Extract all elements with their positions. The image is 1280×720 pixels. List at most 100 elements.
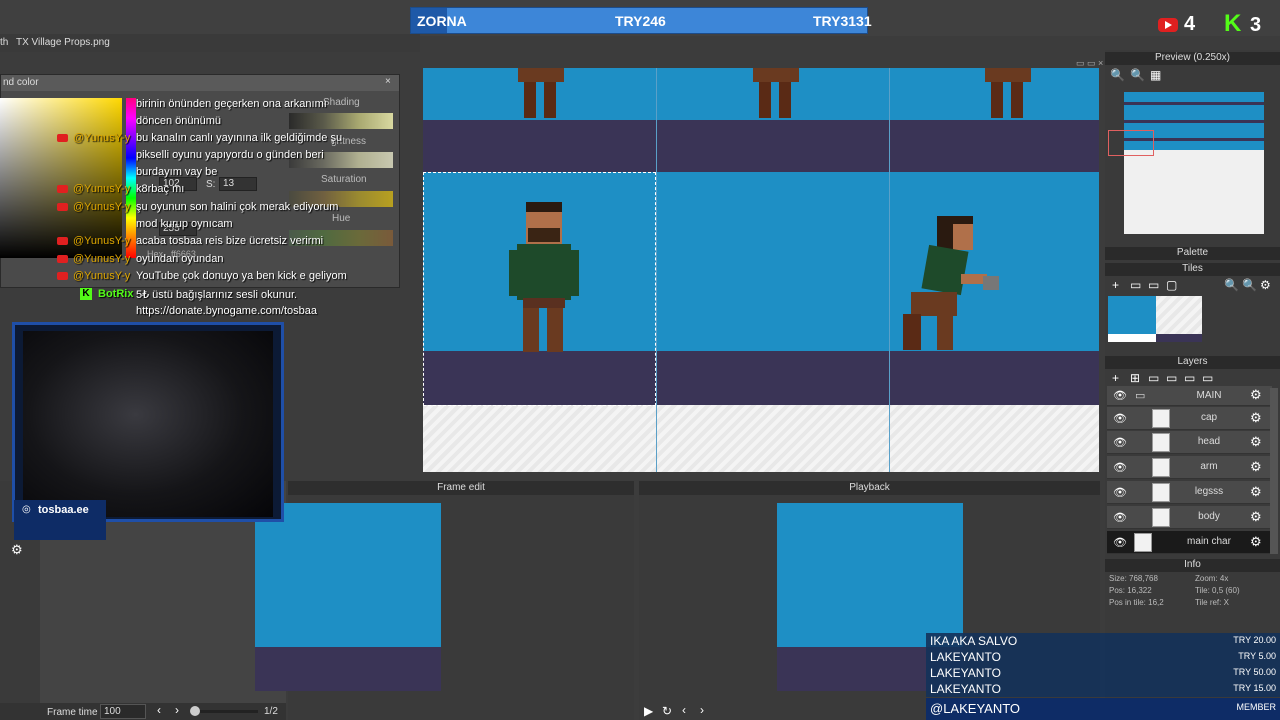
delete-layer-icon[interactable]: ▭	[1148, 371, 1159, 385]
kick-count: 3	[1250, 14, 1262, 36]
next-frame-icon[interactable]: ›	[175, 703, 179, 717]
tile-thumb[interactable]	[1108, 296, 1156, 342]
layer-row-main[interactable]: 👁 ▭ MAIN ⚙	[1107, 386, 1272, 406]
slider-handle[interactable]	[190, 706, 200, 716]
info-zoom: Zoom: 4x	[1195, 574, 1229, 583]
layer-row-arm[interactable]: 👁 arm ⚙	[1107, 456, 1272, 479]
youtube-icon	[57, 134, 68, 142]
zoom-out-icon[interactable]: 🔍	[1130, 68, 1145, 82]
hue-slider[interactable]	[126, 98, 136, 258]
score-banner: ZORNA TRY246 TRY3131	[410, 7, 872, 34]
color-picker-gradient[interactable]	[0, 98, 122, 258]
zoom-in-icon[interactable]: 🔍	[1224, 278, 1239, 292]
donor-name: LAKEYANTO	[930, 650, 1001, 664]
next-icon[interactable]: ›	[700, 703, 704, 717]
gear-icon[interactable]: ⚙	[11, 542, 23, 558]
chat-message: https://donate.bynogame.com/tosbaa	[136, 305, 318, 317]
donation-amount: TRY 5.00	[1238, 651, 1276, 661]
add-folder-icon[interactable]: ⊞	[1130, 371, 1140, 385]
grid-icon[interactable]: ▦	[1150, 68, 1161, 82]
donor-name: LAKEYANTO	[930, 682, 1001, 696]
settings-icon[interactable]: ⚙	[1260, 278, 1271, 292]
zoom-in-icon[interactable]: 🔍	[1110, 68, 1125, 82]
gear-icon[interactable]: ⚙	[1250, 484, 1262, 500]
preview-thumbnail[interactable]	[1108, 92, 1264, 234]
eye-icon[interactable]: 👁	[1113, 461, 1127, 474]
character-sprite	[753, 68, 799, 118]
kick-icon: K	[1224, 10, 1242, 37]
info-tile-ref: Tile ref: X	[1195, 598, 1229, 607]
prev-icon[interactable]: ‹	[682, 703, 686, 717]
tiles-header[interactable]: Tiles	[1105, 263, 1280, 276]
team-name: ZORNA	[417, 13, 467, 29]
duplicate-layer-icon[interactable]: ▭	[1166, 371, 1177, 385]
layer-row-head[interactable]: 👁 head ⚙	[1107, 431, 1272, 454]
instagram-icon: ◎	[22, 504, 31, 515]
frame-controls: Frame time 100 ‹ › 1/2	[0, 703, 286, 720]
zoom-out-icon[interactable]: 🔍	[1242, 278, 1257, 292]
layer-options-icon[interactable]: ▭	[1202, 371, 1213, 385]
chat-username: @YunusY-y	[73, 132, 131, 144]
s-field[interactable]: 13	[219, 177, 257, 191]
tile-thumb[interactable]	[1156, 296, 1202, 342]
eye-icon[interactable]: 👁	[1113, 486, 1127, 499]
eye-icon[interactable]: 👁	[1113, 412, 1127, 425]
loop-icon[interactable]: ↻	[662, 704, 672, 718]
gear-icon[interactable]: ⚙	[1250, 410, 1262, 426]
shading-label: Shading	[323, 97, 360, 108]
info-pos: Pos: 16,322	[1109, 586, 1152, 595]
folder-icon: ▭	[1135, 390, 1146, 402]
eye-icon[interactable]: 👁	[1113, 436, 1127, 449]
add-layer-icon[interactable]: +	[1112, 371, 1119, 385]
chat-username: @YunusY-y	[73, 201, 131, 213]
gear-icon[interactable]: ⚙	[1250, 534, 1262, 550]
sprite-canvas[interactable]	[423, 68, 1099, 472]
file-tab[interactable]: TX Village Props.png	[16, 37, 110, 48]
frame-time-label: Frame time	[47, 707, 98, 718]
youtube-icon	[57, 237, 68, 245]
eye-icon[interactable]: 👁	[1113, 511, 1127, 524]
gear-icon[interactable]: ⚙	[1250, 509, 1262, 525]
layer-row-cap[interactable]: 👁 cap ⚙	[1107, 407, 1272, 430]
kick-icon: K	[80, 288, 92, 300]
layers-scrollbar[interactable]	[1270, 388, 1278, 554]
layer-row-legsss[interactable]: 👁 legsss ⚙	[1107, 481, 1272, 504]
file-tabs: th TX Village Props.png	[0, 34, 420, 52]
delete-icon[interactable]: ▭	[1130, 278, 1141, 292]
ground-band	[423, 120, 1099, 172]
canvas-window-controls[interactable]: ▭ ▭ ×	[1076, 58, 1103, 69]
chat-message: YouTube çok donuyo ya ben kick e geliyom	[136, 270, 347, 282]
s-label: S:	[206, 179, 216, 190]
gear-icon[interactable]: ⚙	[1250, 459, 1262, 475]
copy-icon[interactable]: ▭	[1148, 278, 1159, 292]
eye-icon[interactable]: 👁	[1113, 536, 1127, 549]
gear-icon[interactable]: ⚙	[1250, 387, 1262, 403]
shading-swatches[interactable]	[289, 113, 393, 129]
play-icon[interactable]: ▶	[644, 704, 653, 718]
chat-message: acaba tosbaa reis bize ücretsiz verirmi	[136, 235, 324, 247]
tiles-toolbar: + ▭ ▭ ▢ 🔍 🔍 ⚙	[1112, 278, 1272, 292]
gear-icon[interactable]: ⚙	[1250, 434, 1262, 450]
tile-icon[interactable]: ▢	[1166, 278, 1177, 292]
chat-username: @YunusY-y	[73, 270, 131, 282]
layer-row-body[interactable]: 👁 body ⚙	[1107, 506, 1272, 529]
add-icon[interactable]: +	[1112, 278, 1119, 292]
layer-name: head	[1197, 436, 1221, 447]
file-tab[interactable]: th	[0, 37, 8, 48]
playback-controls: ▶ ↻ ‹ ›	[640, 703, 720, 720]
webcam-overlay	[12, 322, 284, 522]
donation-amount: TRY 15.00	[1233, 683, 1276, 693]
eye-icon[interactable]: 👁	[1113, 389, 1127, 402]
layers-header: Layers	[1105, 356, 1280, 369]
donation-row: LAKEYANTO TRY 15.00	[926, 681, 1280, 697]
frame-preview[interactable]	[255, 503, 441, 691]
frame-edit-panel: Frame edit	[255, 481, 634, 720]
layer-row-main-char[interactable]: 👁 main char ⚙	[1107, 531, 1272, 554]
chat-message: oyundan oyundan	[136, 253, 224, 265]
frame-slider[interactable]	[192, 710, 258, 713]
close-icon[interactable]: ×	[385, 76, 391, 87]
frame-time-input[interactable]: 100	[100, 704, 146, 719]
prev-frame-icon[interactable]: ‹	[157, 703, 161, 717]
palette-header[interactable]: Palette	[1105, 247, 1280, 260]
merge-layer-icon[interactable]: ▭	[1184, 371, 1195, 385]
